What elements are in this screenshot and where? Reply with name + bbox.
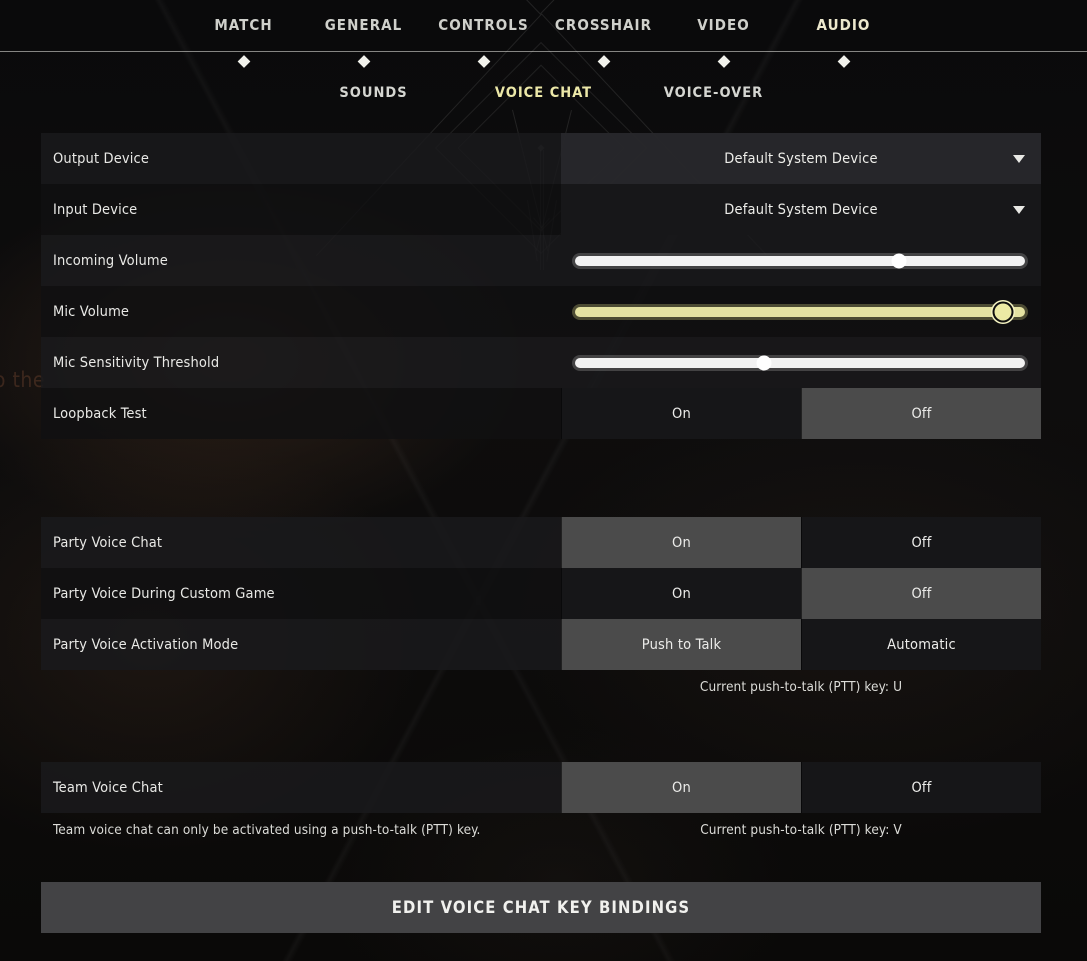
subtab-voice-chat[interactable]: VOICE CHAT (459, 85, 629, 101)
tab-general[interactable]: GENERAL (304, 16, 424, 68)
setting-row-mic-sensitivity-threshold: Mic Sensitivity Threshold (41, 337, 1041, 388)
tab-audio-label: AUDIO (816, 16, 871, 34)
incoming-volume-slider-handle[interactable] (891, 253, 907, 268)
tab-general-label: GENERAL (324, 16, 403, 34)
tab-video-label: VIDEO (697, 16, 750, 34)
tab-crosshair[interactable]: CROSSHAIR (544, 16, 664, 68)
team-voice-note-bar: Team voice chat can only be activated us… (41, 813, 1041, 847)
mic-sensitivity-threshold-slider[interactable] (561, 337, 1041, 388)
edit-voice-chat-key-bindings-button[interactable]: EDIT VOICE CHAT KEY BINDINGS (41, 882, 1041, 933)
team-voice-chat-option-off[interactable]: Off (801, 762, 1041, 813)
incoming-volume-label: Incoming Volume (53, 252, 168, 269)
mic-volume-label: Mic Volume (53, 303, 130, 320)
setting-row-team-voice-chat: Team Voice Chat On Off (41, 762, 1041, 813)
party-voice-chat-option-on[interactable]: On (561, 517, 801, 568)
tab-video[interactable]: VIDEO (664, 16, 784, 68)
setting-row-output-device: Output Device Default System Device (41, 133, 1041, 184)
mic-sensitivity-threshold-label: Mic Sensitivity Threshold (53, 354, 220, 371)
setting-row-incoming-volume: Incoming Volume (41, 235, 1041, 286)
party-voice-activation-mode-option-push-to-talk[interactable]: Push to Talk (561, 619, 801, 670)
party-voice-custom-game-option-off[interactable]: Off (801, 568, 1041, 619)
mic-volume-slider[interactable] (561, 286, 1041, 337)
tab-audio[interactable]: AUDIO (784, 16, 904, 68)
party-voice-activation-mode-option-automatic[interactable]: Automatic (801, 619, 1041, 670)
incoming-volume-slider[interactable] (561, 235, 1041, 286)
setting-row-party-voice-custom-game: Party Voice During Custom Game On Off (41, 568, 1041, 619)
setting-row-party-voice-chat: Party Voice Chat On Off (41, 517, 1041, 568)
loopback-test-option-on[interactable]: On (561, 388, 801, 439)
team-voice-settings-group: Team Voice Chat On Off Team voice chat c… (41, 762, 1041, 847)
team-voice-ptt-description: Team voice chat can only be activated us… (53, 822, 481, 838)
party-ptt-key-note: Current push-to-talk (PTT) key: U (699, 679, 903, 695)
chevron-down-icon (1013, 154, 1025, 163)
input-device-dropdown[interactable]: Default System Device (561, 184, 1041, 235)
team-voice-chat-option-on[interactable]: On (561, 762, 801, 813)
tab-match-label: MATCH (214, 16, 273, 34)
output-device-dropdown[interactable]: Default System Device (561, 133, 1041, 184)
party-voice-activation-mode-label: Party Voice Activation Mode (53, 636, 239, 653)
tab-controls-label: CONTROLS (438, 16, 529, 34)
output-device-value: Default System Device (724, 150, 878, 167)
team-voice-chat-label: Team Voice Chat (53, 779, 163, 796)
mic-volume-slider-handle[interactable] (994, 303, 1011, 320)
party-ptt-note-bar: Current push-to-talk (PTT) key: U (41, 670, 1041, 704)
mic-sensitivity-threshold-slider-handle[interactable] (756, 355, 772, 370)
loopback-test-option-off[interactable]: Off (801, 388, 1041, 439)
subtab-voice-over[interactable]: VOICE-OVER (629, 85, 799, 101)
party-voice-custom-game-option-on[interactable]: On (561, 568, 801, 619)
subtab-sounds[interactable]: SOUNDS (289, 85, 459, 101)
party-voice-settings-group: Party Voice Chat On Off Party Voice Duri… (41, 517, 1041, 704)
footer-area: EDIT VOICE CHAT KEY BINDINGS (41, 882, 1041, 933)
team-ptt-key-note: Current push-to-talk (PTT) key: V (700, 822, 902, 838)
audio-device-settings-group: Output Device Default System Device Inpu… (41, 133, 1041, 439)
tab-bar-divider (0, 51, 1087, 52)
setting-row-input-device: Input Device Default System Device (41, 184, 1041, 235)
tab-controls[interactable]: CONTROLS (424, 16, 544, 68)
loopback-test-label: Loopback Test (53, 405, 147, 422)
valorant-settings-screen: to the MATCH GENERAL CONTROLS (0, 0, 1087, 961)
party-voice-custom-game-label: Party Voice During Custom Game (53, 585, 275, 602)
main-tab-bar: MATCH GENERAL CONTROLS CROSSHAIR VIDEO A… (0, 0, 1087, 68)
tab-crosshair-label: CROSSHAIR (554, 16, 653, 34)
input-device-label: Input Device (53, 201, 138, 218)
party-voice-chat-label: Party Voice Chat (53, 534, 163, 551)
setting-row-mic-volume: Mic Volume (41, 286, 1041, 337)
chevron-down-icon (1013, 205, 1025, 214)
output-device-label: Output Device (53, 150, 150, 167)
setting-row-loopback-test: Loopback Test On Off (41, 388, 1041, 439)
tab-match[interactable]: MATCH (184, 16, 304, 68)
background-ghost-text: to the (0, 368, 45, 392)
sub-tab-bar: SOUNDS VOICE CHAT VOICE-OVER (0, 78, 1087, 108)
input-device-value: Default System Device (724, 201, 878, 218)
party-voice-chat-option-off[interactable]: Off (801, 517, 1041, 568)
setting-row-party-voice-activation-mode: Party Voice Activation Mode Push to Talk… (41, 619, 1041, 670)
